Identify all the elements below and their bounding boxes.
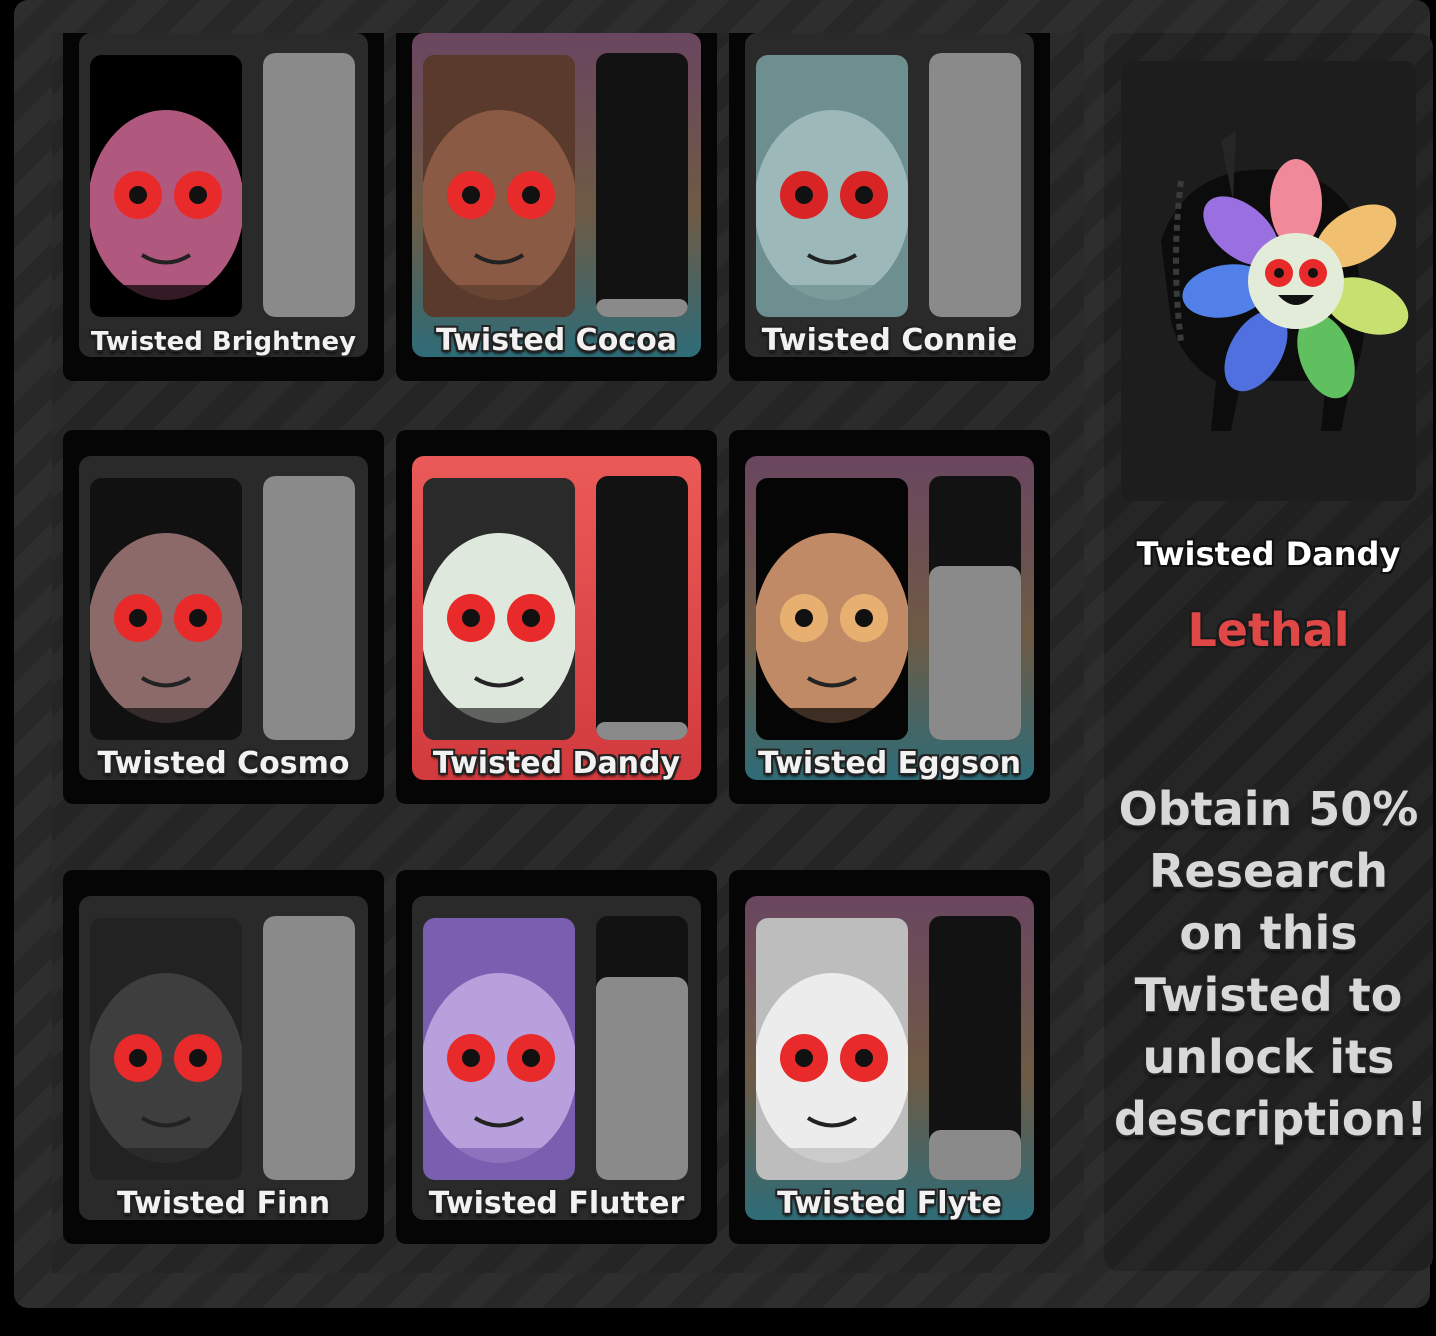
- twisted-card[interactable]: Twisted Flyte: [745, 896, 1034, 1220]
- research-meter: [596, 476, 688, 740]
- selected-twisted-rarity: Lethal: [1187, 603, 1350, 657]
- card-slot: Twisted Dandy: [396, 430, 717, 804]
- twisted-card[interactable]: Twisted Finn: [79, 896, 368, 1220]
- research-meter: [263, 476, 355, 740]
- card-slot: Twisted Finn: [63, 870, 384, 1244]
- twisted-card-grid[interactable]: Twisted Brightney Twisted Cocoa Twisted …: [52, 33, 1084, 1273]
- twisted-card[interactable]: Twisted Connie: [745, 33, 1034, 357]
- research-meter: [263, 916, 355, 1180]
- twisted-card-name: Twisted Dandy: [432, 746, 681, 780]
- twisted-card-name: Twisted Connie: [761, 323, 1018, 357]
- research-meter: [596, 916, 688, 1180]
- twisted-card-name: Twisted Flutter: [428, 1186, 685, 1220]
- portrait-art: [423, 918, 575, 1180]
- research-meter: [929, 916, 1021, 1180]
- twisted-dandy-model-image: [1161, 131, 1409, 431]
- card-slot: Twisted Connie: [729, 33, 1050, 381]
- research-meter-fill: [596, 722, 688, 740]
- research-meter-fill: [263, 53, 355, 317]
- selected-twisted-description: Obtain 50% Research on this Twisted to u…: [1114, 782, 1428, 1146]
- twisted-portrait: [90, 55, 242, 317]
- twisted-card-selected[interactable]: Twisted Dandy: [412, 456, 701, 780]
- twisted-card[interactable]: Twisted Cosmo: [79, 456, 368, 780]
- twisted-index-panel: Twisted Brightney Twisted Cocoa Twisted …: [14, 0, 1433, 1308]
- twisted-card[interactable]: Twisted Flutter: [412, 896, 701, 1220]
- twisted-card[interactable]: Twisted Brightney: [79, 33, 368, 357]
- portrait-art: [756, 918, 908, 1180]
- selected-twisted-name: Twisted Dandy: [1136, 535, 1401, 573]
- research-meter-fill: [263, 476, 355, 740]
- portrait-art: [423, 55, 575, 317]
- twisted-card-name: Twisted Brightney: [90, 327, 357, 357]
- portrait-art: [90, 478, 242, 740]
- twisted-portrait: [90, 918, 242, 1180]
- twisted-portrait: [756, 918, 908, 1180]
- card-slot: Twisted Cosmo: [63, 430, 384, 804]
- research-meter-fill: [929, 1130, 1021, 1180]
- card-slot: Twisted Flyte: [729, 870, 1050, 1244]
- twisted-portrait: [90, 478, 242, 740]
- twisted-card-name: Twisted Eggson: [758, 746, 1021, 780]
- research-meter-fill: [929, 53, 1021, 317]
- card-slot: Twisted Flutter: [396, 870, 717, 1244]
- research-meter-fill: [596, 299, 688, 317]
- twisted-card[interactable]: Twisted Cocoa: [412, 33, 701, 357]
- twisted-card-name: Twisted Cocoa: [436, 323, 677, 357]
- research-meter: [263, 53, 355, 317]
- twisted-card-name: Twisted Cosmo: [97, 746, 350, 780]
- research-meter-fill: [929, 566, 1021, 740]
- twisted-portrait: [423, 478, 575, 740]
- portrait-art: [90, 918, 242, 1180]
- research-meter: [596, 53, 688, 317]
- twisted-card[interactable]: Twisted Eggson: [745, 456, 1034, 780]
- card-slot: Twisted Brightney: [63, 33, 384, 381]
- twisted-portrait: [756, 478, 908, 740]
- research-meter: [929, 53, 1021, 317]
- twisted-portrait: [423, 55, 575, 317]
- selected-twisted-panel: Twisted Dandy Lethal Obtain 50% Research…: [1104, 33, 1433, 1271]
- research-meter-fill: [596, 977, 688, 1180]
- portrait-art: [756, 55, 908, 317]
- twisted-portrait: [756, 55, 908, 317]
- research-meter-fill: [263, 916, 355, 1180]
- selected-twisted-preview: [1121, 61, 1416, 501]
- twisted-card-name: Twisted Flyte: [777, 1186, 1002, 1220]
- twisted-portrait: [423, 918, 575, 1180]
- portrait-art: [756, 478, 908, 740]
- twisted-card-name: Twisted Finn: [116, 1186, 331, 1220]
- portrait-art: [90, 55, 242, 317]
- portrait-art: [423, 478, 575, 740]
- research-meter: [929, 476, 1021, 740]
- card-slot: Twisted Eggson: [729, 430, 1050, 804]
- card-slot: Twisted Cocoa: [396, 33, 717, 381]
